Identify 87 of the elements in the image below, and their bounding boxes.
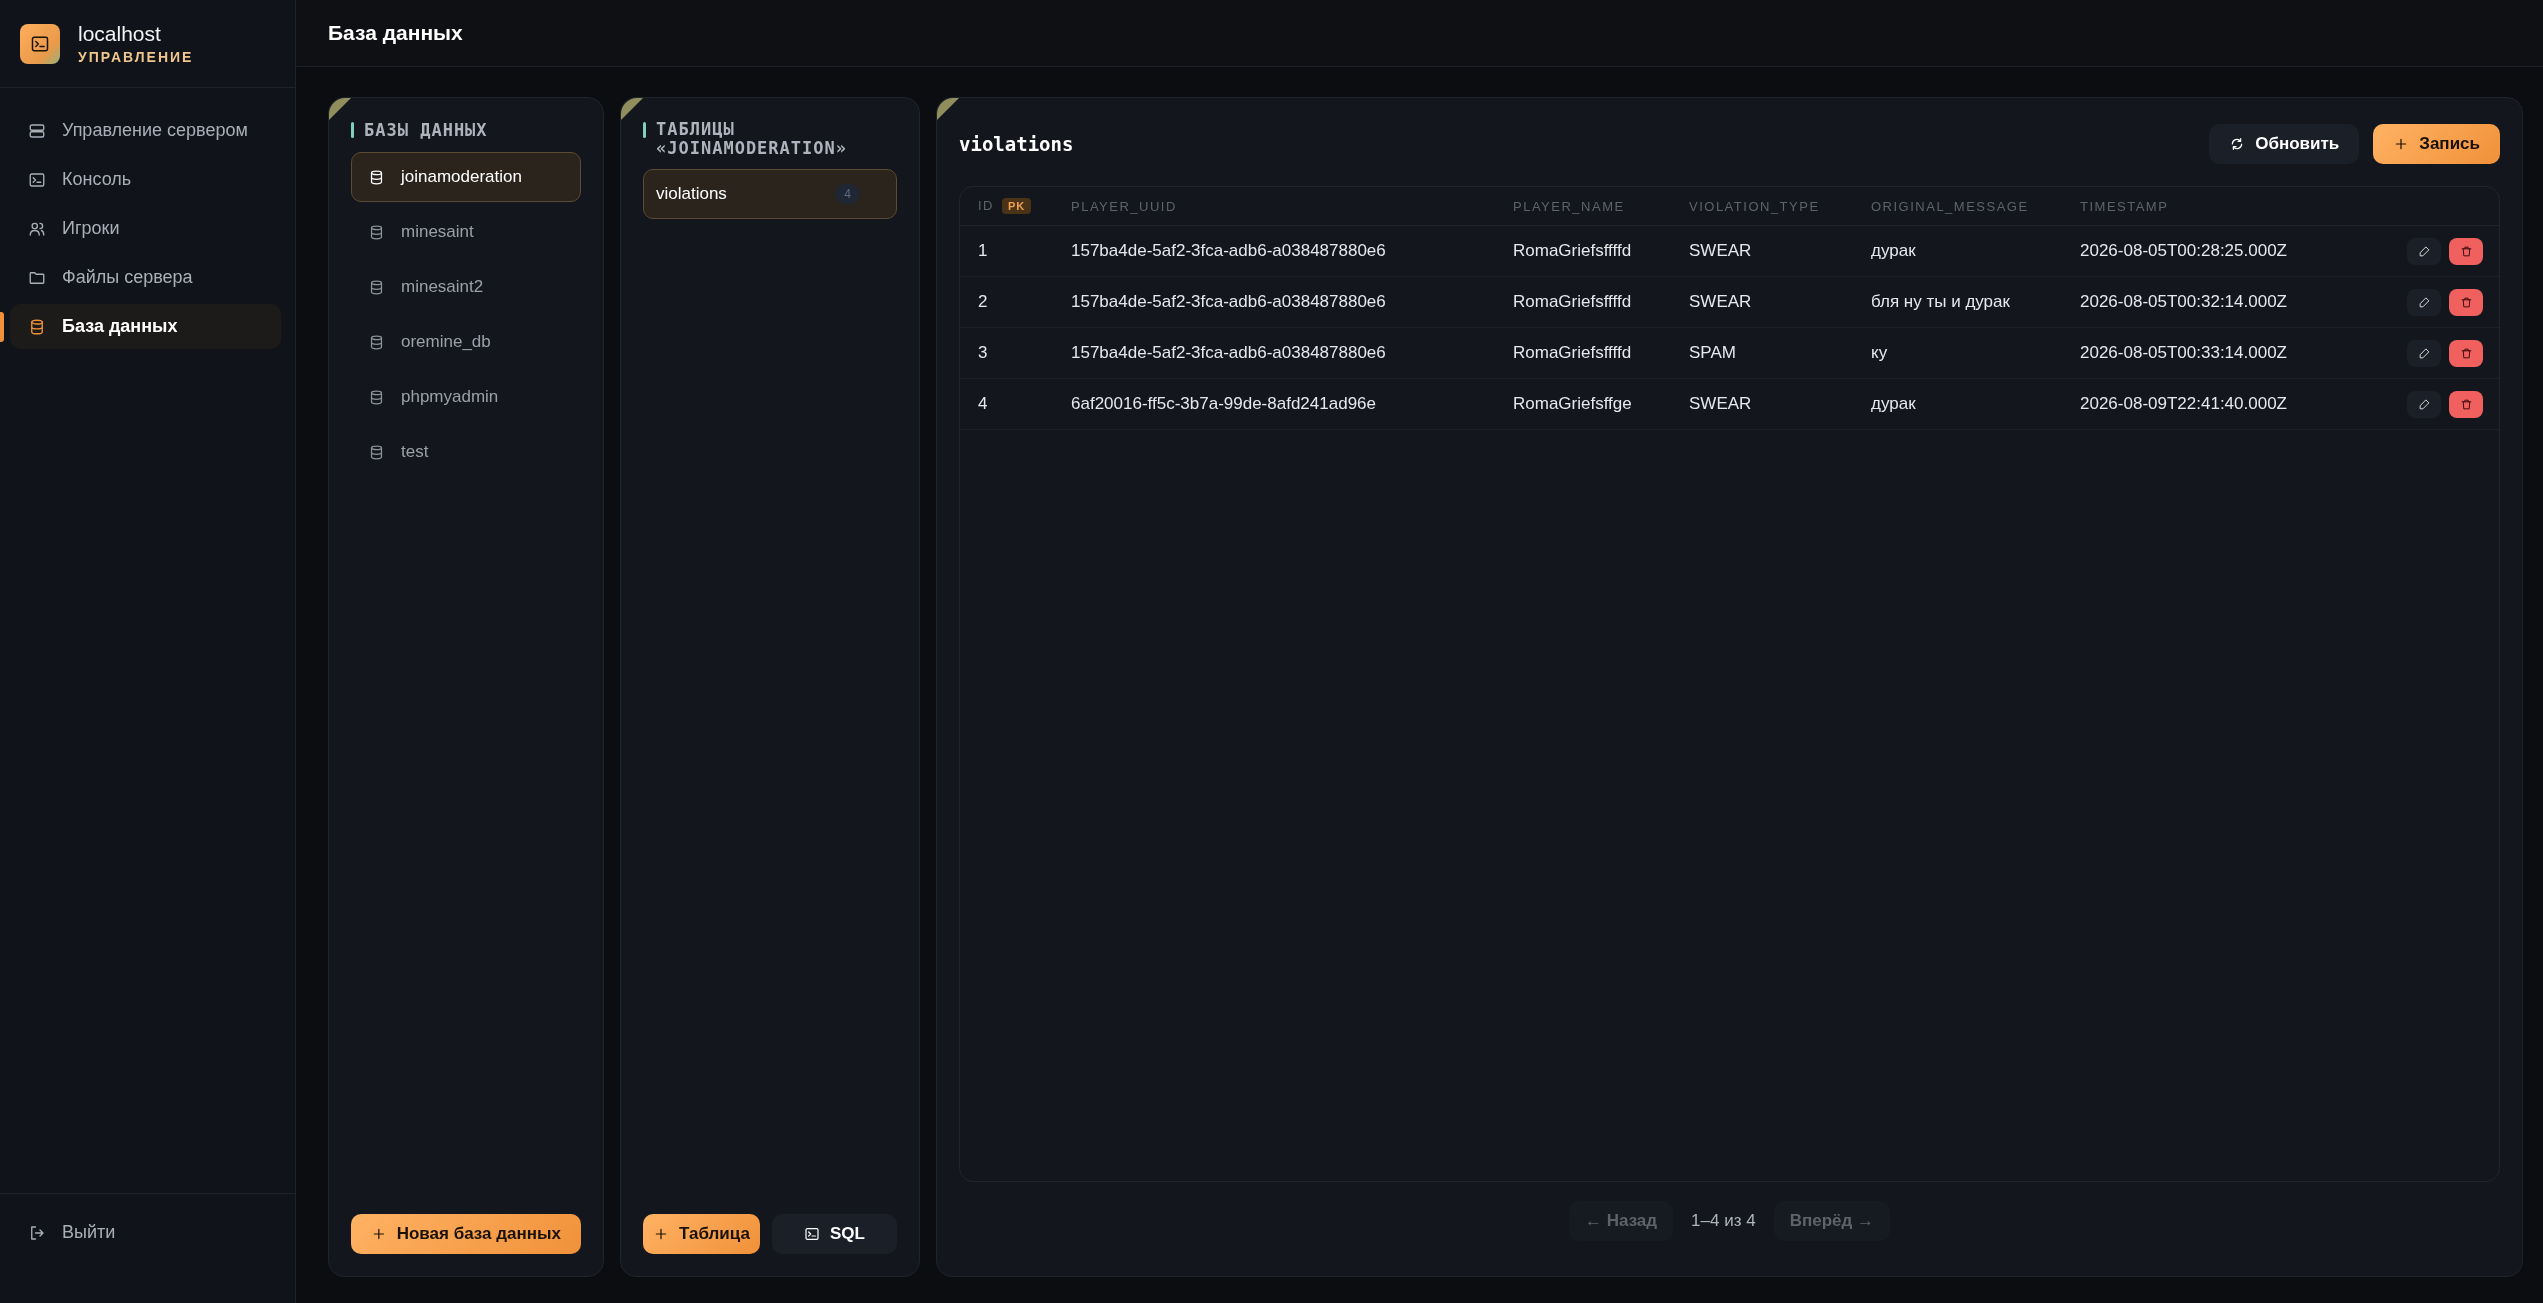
count-badge: 4 [835,184,860,205]
delete-button[interactable] [2449,339,2483,367]
edit-button[interactable] [2407,288,2441,316]
column-header: PLAYER_NAME [1513,198,1625,214]
trash-icon [2459,295,2473,309]
table-cell: дурак [1871,394,1916,413]
table-cell: бля ну ты и дурак [1871,292,2010,311]
table-cell: 6af20016-ff5c-3b7a-99de-8afd241ad96e [1071,394,1376,413]
table-cell: SWEAR [1689,241,1752,260]
logout-icon [28,1223,46,1242]
refresh-button[interactable]: Обновить [2209,124,2360,164]
database-icon [368,223,385,241]
pencil-icon [2417,295,2431,309]
nav-item[interactable]: Консоль [10,157,281,202]
pencil-icon [2417,244,2431,258]
table-cell: 4 [978,394,988,413]
table-cell: 2 [978,292,988,311]
nav-item[interactable]: Игроки [10,206,281,251]
table-cell: дурак [1871,241,1916,260]
column-header: ORIGINAL_MESSAGE [1871,198,2029,214]
table-cell: SWEAR [1689,292,1752,311]
column-header: VIOLATION_TYPE [1689,198,1820,214]
pk-badge: PK [1002,198,1032,214]
trash-icon [2459,244,2473,258]
pencil-icon [2417,397,2431,411]
column-header: TIMESTAMP [2080,198,2169,214]
pencil-icon [2417,346,2431,360]
edit-button[interactable] [2407,237,2441,265]
plus-icon [371,1226,387,1242]
table-cell: 2026-08-05T00:32:14.000Z [2080,292,2287,311]
database-item[interactable]: joinamoderation [351,152,581,202]
active-indicator [0,311,4,342]
database-item[interactable]: minesaint2 [351,262,581,312]
table-cell: RomaGriefsffffd [1513,292,1632,311]
table-cell: 2026-08-05T00:28:25.000Z [2080,241,2287,260]
database-item[interactable]: phpmyadmin [351,372,581,422]
terminal-icon [803,1226,820,1242]
delete-button[interactable] [2449,390,2483,418]
table-cell: SWEAR [1689,394,1752,413]
table-title: violations [959,133,1074,155]
server-icon [28,121,46,140]
database-icon [368,388,385,406]
panel-title: БАЗЫ ДАННЫХ [364,120,488,140]
database-icon [368,443,385,461]
table-cell: 157ba4de-5af2-3fca-adb6-a038487880e6 [1071,241,1386,260]
add-button[interactable]: Запись [2373,124,2500,164]
panel-title: ТАБЛИЦЫ «JOINAMODERATION» [656,120,848,158]
database-icon [368,333,385,351]
add-button[interactable]: Таблица [643,1214,760,1254]
table-cell: 157ba4de-5af2-3fca-adb6-a038487880e6 [1071,343,1386,362]
trash-icon [2459,397,2473,411]
table-cell: RomaGriefsffffd [1513,241,1632,260]
database-icon [368,278,385,296]
database-icon [28,317,46,336]
database-icon [368,168,385,186]
column-header: ID [978,198,994,213]
table-cell: RomaGriefsffffd [1513,343,1632,362]
table-cell: 3 [978,343,988,362]
column-header: PLAYER_UUID [1071,198,1177,214]
page-title: База данных [328,21,463,45]
page-info: 1–4 из 4 [1691,1211,1756,1231]
logout-link[interactable]: Выйти [20,1222,116,1243]
trash-icon [2459,346,2473,360]
plus-icon [653,1226,669,1242]
sql-button[interactable]: SQL [771,1214,897,1254]
nav-item[interactable]: Управление сервером [10,108,281,153]
brand-title: localhost [78,22,162,46]
table-cell: RomaGriefsffge [1513,394,1632,413]
add-button[interactable]: Новая база данных [351,1214,581,1254]
table-cell: ку [1871,343,1888,362]
table-cell: 1 [978,241,988,260]
table-item[interactable]: violations 4 [643,169,897,220]
table-cell: SPAM [1689,343,1736,362]
terminal-icon [28,170,46,189]
database-item[interactable]: minesaint [351,207,581,257]
database-item[interactable]: test [351,427,581,477]
nav-item[interactable]: База данных [10,304,281,349]
table-cell: 2026-08-09T22:41:40.000Z [2080,394,2287,413]
edit-button[interactable] [2407,339,2441,367]
edit-button[interactable] [2407,390,2441,418]
table-cell: 157ba4de-5af2-3fca-adb6-a038487880e6 [1071,292,1386,311]
brand-subtitle: УПРАВЛЕНИЕ [78,49,194,65]
table-cell: 2026-08-05T00:33:14.000Z [2080,343,2287,362]
delete-button[interactable] [2449,288,2483,316]
delete-button[interactable] [2449,237,2483,265]
database-item[interactable]: oremine_db [351,317,581,367]
nav-item[interactable]: Файлы сервера [10,255,281,300]
